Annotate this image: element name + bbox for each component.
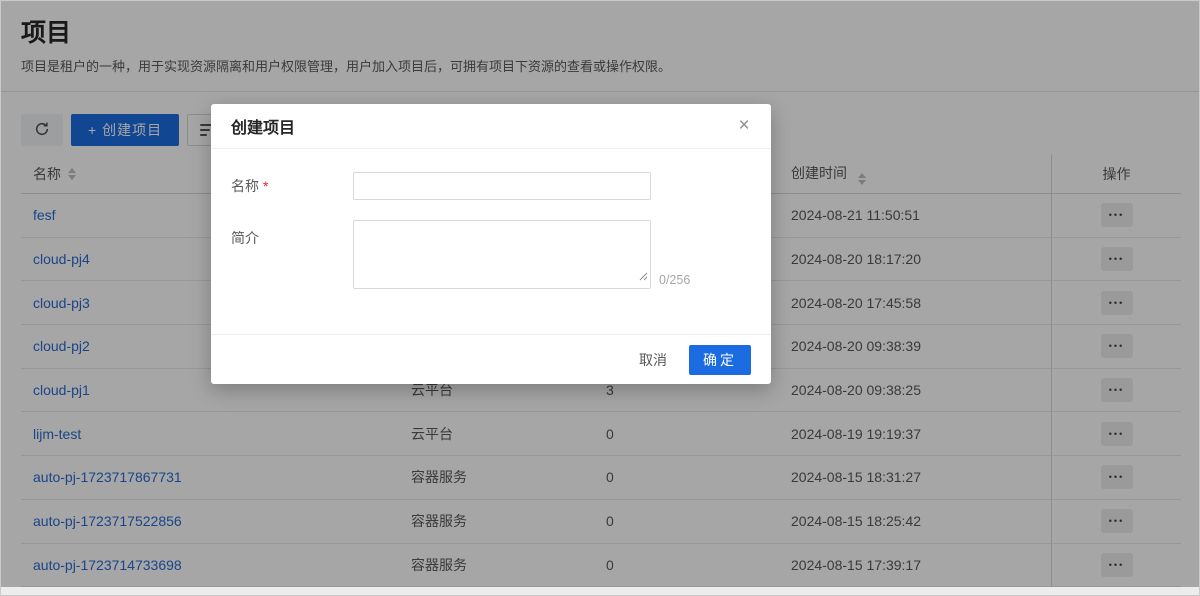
- description-field-label: 简介: [231, 220, 353, 248]
- dialog-title: 创建项目: [231, 114, 295, 138]
- description-field-row: 简介 0/256: [231, 220, 751, 289]
- resize-handle-icon[interactable]: [639, 268, 648, 286]
- name-field-label: 名称*: [231, 176, 353, 196]
- app-viewport: 项目 项目是租户的一种，用于实现资源隔离和用户权限管理，用户加入项目后，可拥有项…: [0, 0, 1200, 596]
- project-name-input[interactable]: [353, 172, 651, 200]
- project-description-textarea[interactable]: [353, 220, 651, 289]
- description-textarea-wrap: [353, 220, 651, 289]
- dialog-body: 名称* 简介 0/256: [211, 149, 771, 289]
- required-asterisk: *: [263, 178, 268, 194]
- name-field-row: 名称*: [231, 172, 751, 200]
- confirm-button[interactable]: 确定: [689, 345, 751, 375]
- close-icon[interactable]: ×: [732, 114, 756, 138]
- char-counter: 0/256: [659, 273, 690, 289]
- create-project-dialog: 创建项目 × 名称* 简介: [211, 104, 771, 384]
- scrollbar-track[interactable]: [1, 587, 1199, 595]
- cancel-button[interactable]: 取消: [639, 350, 667, 370]
- dialog-header: 创建项目 ×: [211, 104, 771, 149]
- dialog-footer: 取消 确定: [211, 334, 771, 384]
